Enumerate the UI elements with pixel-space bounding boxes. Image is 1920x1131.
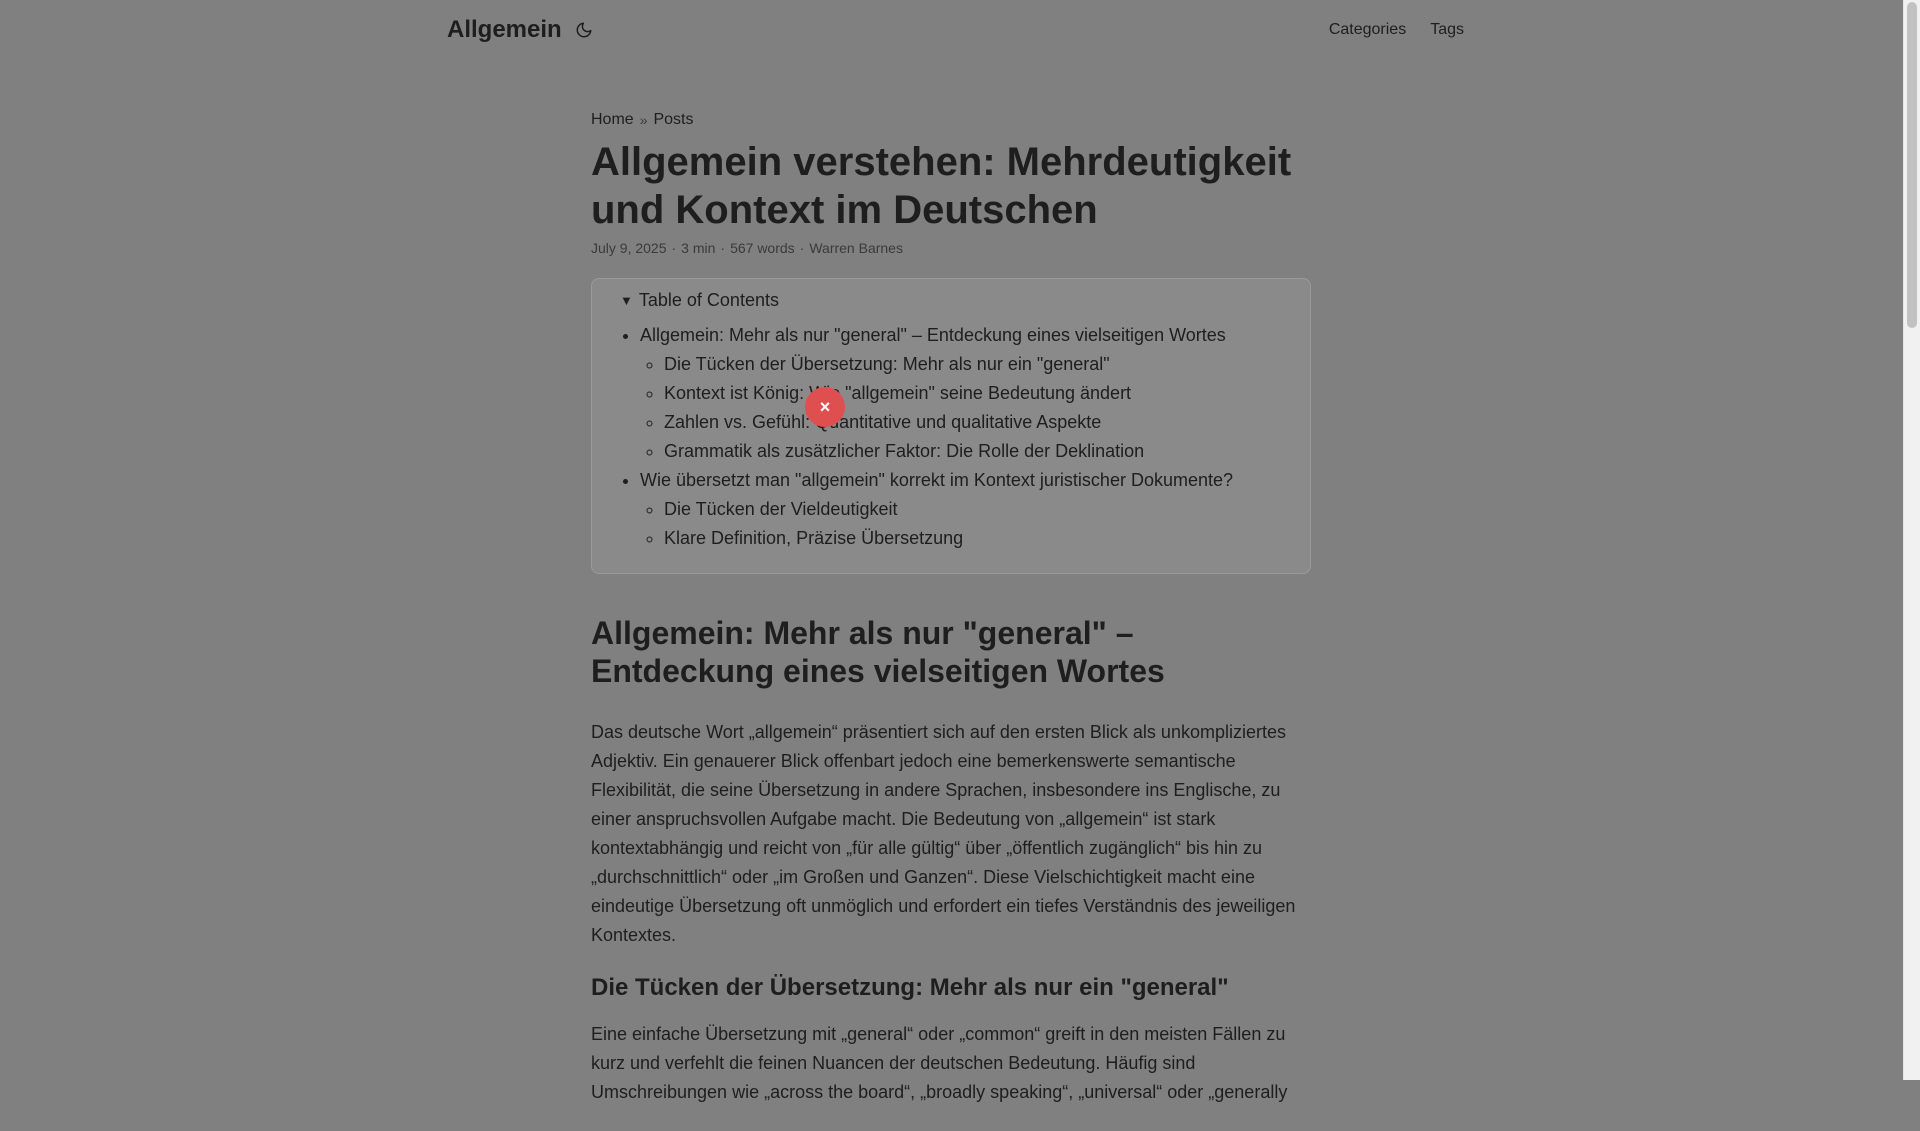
body-paragraph: Das deutsche Wort „allgemein“ präsentier… xyxy=(591,722,1296,945)
section-heading: Allgemein: Mehr als nur "general" – Entd… xyxy=(591,615,1165,689)
toc-item: Wie übersetzt man "allgemein" korrekt im… xyxy=(640,466,1282,553)
toc-toggle[interactable]: ▼ Table of Contents xyxy=(620,290,1282,311)
toc-link[interactable]: Kontext ist König: Wie "allgemein" seine… xyxy=(664,383,1131,403)
toc-title: Table of Contents xyxy=(638,290,779,310)
toc-subitem: Die Tücken der Vieldeutigkeit xyxy=(664,495,1282,524)
toc-link[interactable]: Zahlen vs. Gefühl: Quantitative und qual… xyxy=(664,412,1101,432)
toc-subitem: Kontext ist König: Wie "allgemein" seine… xyxy=(664,379,1282,408)
menu-item-tags[interactable]: Tags xyxy=(1430,21,1464,39)
toc-link[interactable]: Allgemein: Mehr als nur "general" – Entd… xyxy=(640,325,1226,345)
breadcrumb-posts[interactable]: Posts xyxy=(653,111,693,129)
toc-subitem: Die Tücken der Übersetzung: Mehr als nur… xyxy=(664,350,1282,379)
toc-item: Allgemein: Mehr als nur "general" – Entd… xyxy=(640,321,1282,466)
close-icon: × xyxy=(819,396,831,417)
triangle-down-icon: ▼ xyxy=(620,293,633,308)
site-header: Allgemein Categories Tags xyxy=(447,0,1464,60)
post-title: Allgemein verstehen: Mehrdeutigkeit und … xyxy=(591,140,1292,232)
meta-separator: · xyxy=(799,240,805,256)
toc-sublist: Die Tücken der Übersetzung: Mehr als nur… xyxy=(640,350,1282,466)
toc-subitem: Klare Definition, Präzise Übersetzung xyxy=(664,524,1282,553)
moon-icon xyxy=(576,22,592,38)
toc-link[interactable]: Klare Definition, Präzise Übersetzung xyxy=(664,528,963,548)
close-button[interactable]: × xyxy=(805,387,845,427)
toc-link[interactable]: Die Tücken der Vieldeutigkeit xyxy=(664,499,897,519)
toc-subitem: Grammatik als zusätzlicher Faktor: Die R… xyxy=(664,437,1282,466)
menu-item-categories[interactable]: Categories xyxy=(1329,21,1406,39)
meta-separator: · xyxy=(720,240,726,256)
breadcrumb: Home » Posts xyxy=(591,108,1311,132)
vertical-scrollbar[interactable] xyxy=(1903,0,1920,1080)
post-read-time: 3 min xyxy=(681,240,716,256)
site-logo[interactable]: Allgemein xyxy=(447,16,562,44)
toc-sublist: Die Tücken der Vieldeutigkeit Klare Defi… xyxy=(640,495,1282,553)
toc-subitem: Zahlen vs. Gefühl: Quantitative und qual… xyxy=(664,408,1282,437)
post-word-count: 567 words xyxy=(730,240,795,256)
meta-separator: · xyxy=(671,240,677,256)
breadcrumb-separator: » xyxy=(639,112,648,128)
post-meta: July 9, 2025 · 3 min · 567 words · Warre… xyxy=(591,240,1311,256)
logo-wrap: Allgemein xyxy=(447,16,596,44)
toc-link[interactable]: Wie übersetzt man "allgemein" korrekt im… xyxy=(640,470,1233,490)
toc-link[interactable]: Die Tücken der Übersetzung: Mehr als nur… xyxy=(664,354,1110,374)
toc-list: Allgemein: Mehr als nur "general" – Entd… xyxy=(620,321,1282,553)
breadcrumb-home[interactable]: Home xyxy=(591,111,634,129)
main-menu: Categories Tags xyxy=(1329,21,1464,39)
main-content: Home » Posts Allgemein verstehen: Mehrde… xyxy=(591,108,1311,1131)
post-author: Warren Barnes xyxy=(809,240,903,256)
theme-toggle-button[interactable] xyxy=(572,18,596,42)
toc-link[interactable]: Grammatik als zusätzlicher Faktor: Die R… xyxy=(664,441,1144,461)
subsection-heading: Die Tücken der Übersetzung: Mehr als nur… xyxy=(591,974,1229,1001)
post-date: July 9, 2025 xyxy=(591,240,667,256)
scrollbar-thumb[interactable] xyxy=(1907,2,1917,328)
body-paragraph: Eine einfache Übersetzung mit „general“ … xyxy=(591,1024,1288,1102)
table-of-contents: ▼ Table of Contents Allgemein: Mehr als … xyxy=(591,278,1311,574)
